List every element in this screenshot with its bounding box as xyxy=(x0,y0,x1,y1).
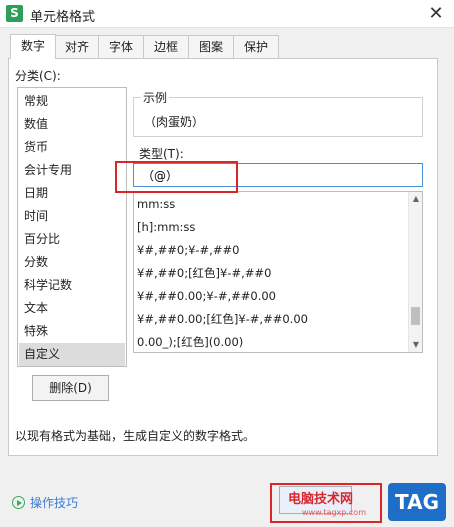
category-label: 分类(C): xyxy=(15,69,61,83)
window-title: 单元格格式 xyxy=(30,10,96,25)
category-item-text[interactable]: 文本 xyxy=(19,297,125,320)
number-format-panel: 分类(C): 常规 数值 货币 会计专用 日期 时间 百分比 分数 科学记数 文… xyxy=(8,58,438,456)
category-item-special[interactable]: 特殊 xyxy=(19,320,125,343)
title-bar: S 单元格格式 ✕ xyxy=(0,0,454,28)
tab-number[interactable]: 数字 xyxy=(10,34,56,59)
category-item-number[interactable]: 数值 xyxy=(19,113,125,136)
category-item-accounting[interactable]: 会计专用 xyxy=(19,159,125,182)
watermark-url: www.tagxp.com xyxy=(302,508,366,517)
tab-border[interactable]: 边框 xyxy=(143,35,189,59)
delete-button[interactable]: 删除(D) xyxy=(32,375,109,401)
category-item-date[interactable]: 日期 xyxy=(19,182,125,205)
scroll-up-icon[interactable]: ▲ xyxy=(409,192,422,206)
category-item-currency[interactable]: 货币 xyxy=(19,136,125,159)
category-item-custom[interactable]: 自定义 xyxy=(19,343,125,366)
format-item[interactable]: ¥#,##0.00;¥-#,##0.00 xyxy=(137,285,276,307)
category-item-scientific[interactable]: 科学记数 xyxy=(19,274,125,297)
format-item[interactable]: ¥#,##0;[红色]¥-#,##0 xyxy=(137,262,271,284)
format-code-list[interactable]: mm:ss [h]:mm:ss ¥#,##0;¥-#,##0 ¥#,##0;[红… xyxy=(133,191,423,353)
scroll-down-icon[interactable]: ▼ xyxy=(409,338,422,352)
scroll-thumb[interactable] xyxy=(411,307,420,325)
type-input-highlight xyxy=(115,161,238,193)
play-circle-icon xyxy=(12,496,25,509)
watermark-tag-logo: TAG xyxy=(388,483,446,521)
sample-box: （肉蛋奶） xyxy=(133,97,423,137)
category-item-time[interactable]: 时间 xyxy=(19,205,125,228)
format-item[interactable]: ¥#,##0;¥-#,##0 xyxy=(137,239,239,261)
category-item-percentage[interactable]: 百分比 xyxy=(19,228,125,251)
format-list-scrollbar[interactable]: ▲ ▼ xyxy=(408,192,422,352)
category-item-fraction[interactable]: 分数 xyxy=(19,251,125,274)
format-item[interactable]: ¥#,##0.00;[红色]¥-#,##0.00 xyxy=(137,308,308,330)
sample-value: （肉蛋奶） xyxy=(144,115,205,129)
tab-protection[interactable]: 保护 xyxy=(233,35,279,59)
tips-link[interactable]: 操作技巧 xyxy=(12,494,78,511)
format-item[interactable]: [h]:mm:ss xyxy=(137,216,195,238)
tab-font[interactable]: 字体 xyxy=(98,35,144,59)
watermark-text: 电脑技术网 xyxy=(288,492,354,507)
format-item[interactable]: 0.00_);[红色](0.00) xyxy=(137,331,243,352)
close-button[interactable]: ✕ xyxy=(424,2,448,26)
tab-pattern[interactable]: 图案 xyxy=(188,35,234,59)
app-logo-icon: S xyxy=(6,5,23,22)
sample-label: 示例 xyxy=(141,89,170,106)
type-label: 类型(T): xyxy=(139,147,184,161)
tips-label: 操作技巧 xyxy=(30,496,79,510)
format-item[interactable]: mm:ss xyxy=(137,193,175,215)
category-item-general[interactable]: 常规 xyxy=(19,90,125,113)
tab-alignment[interactable]: 对齐 xyxy=(55,35,99,59)
description-text: 以现有格式为基础，生成自定义的数字格式。 xyxy=(15,429,256,443)
category-list[interactable]: 常规 数值 货币 会计专用 日期 时间 百分比 分数 科学记数 文本 特殊 自定… xyxy=(17,87,127,367)
